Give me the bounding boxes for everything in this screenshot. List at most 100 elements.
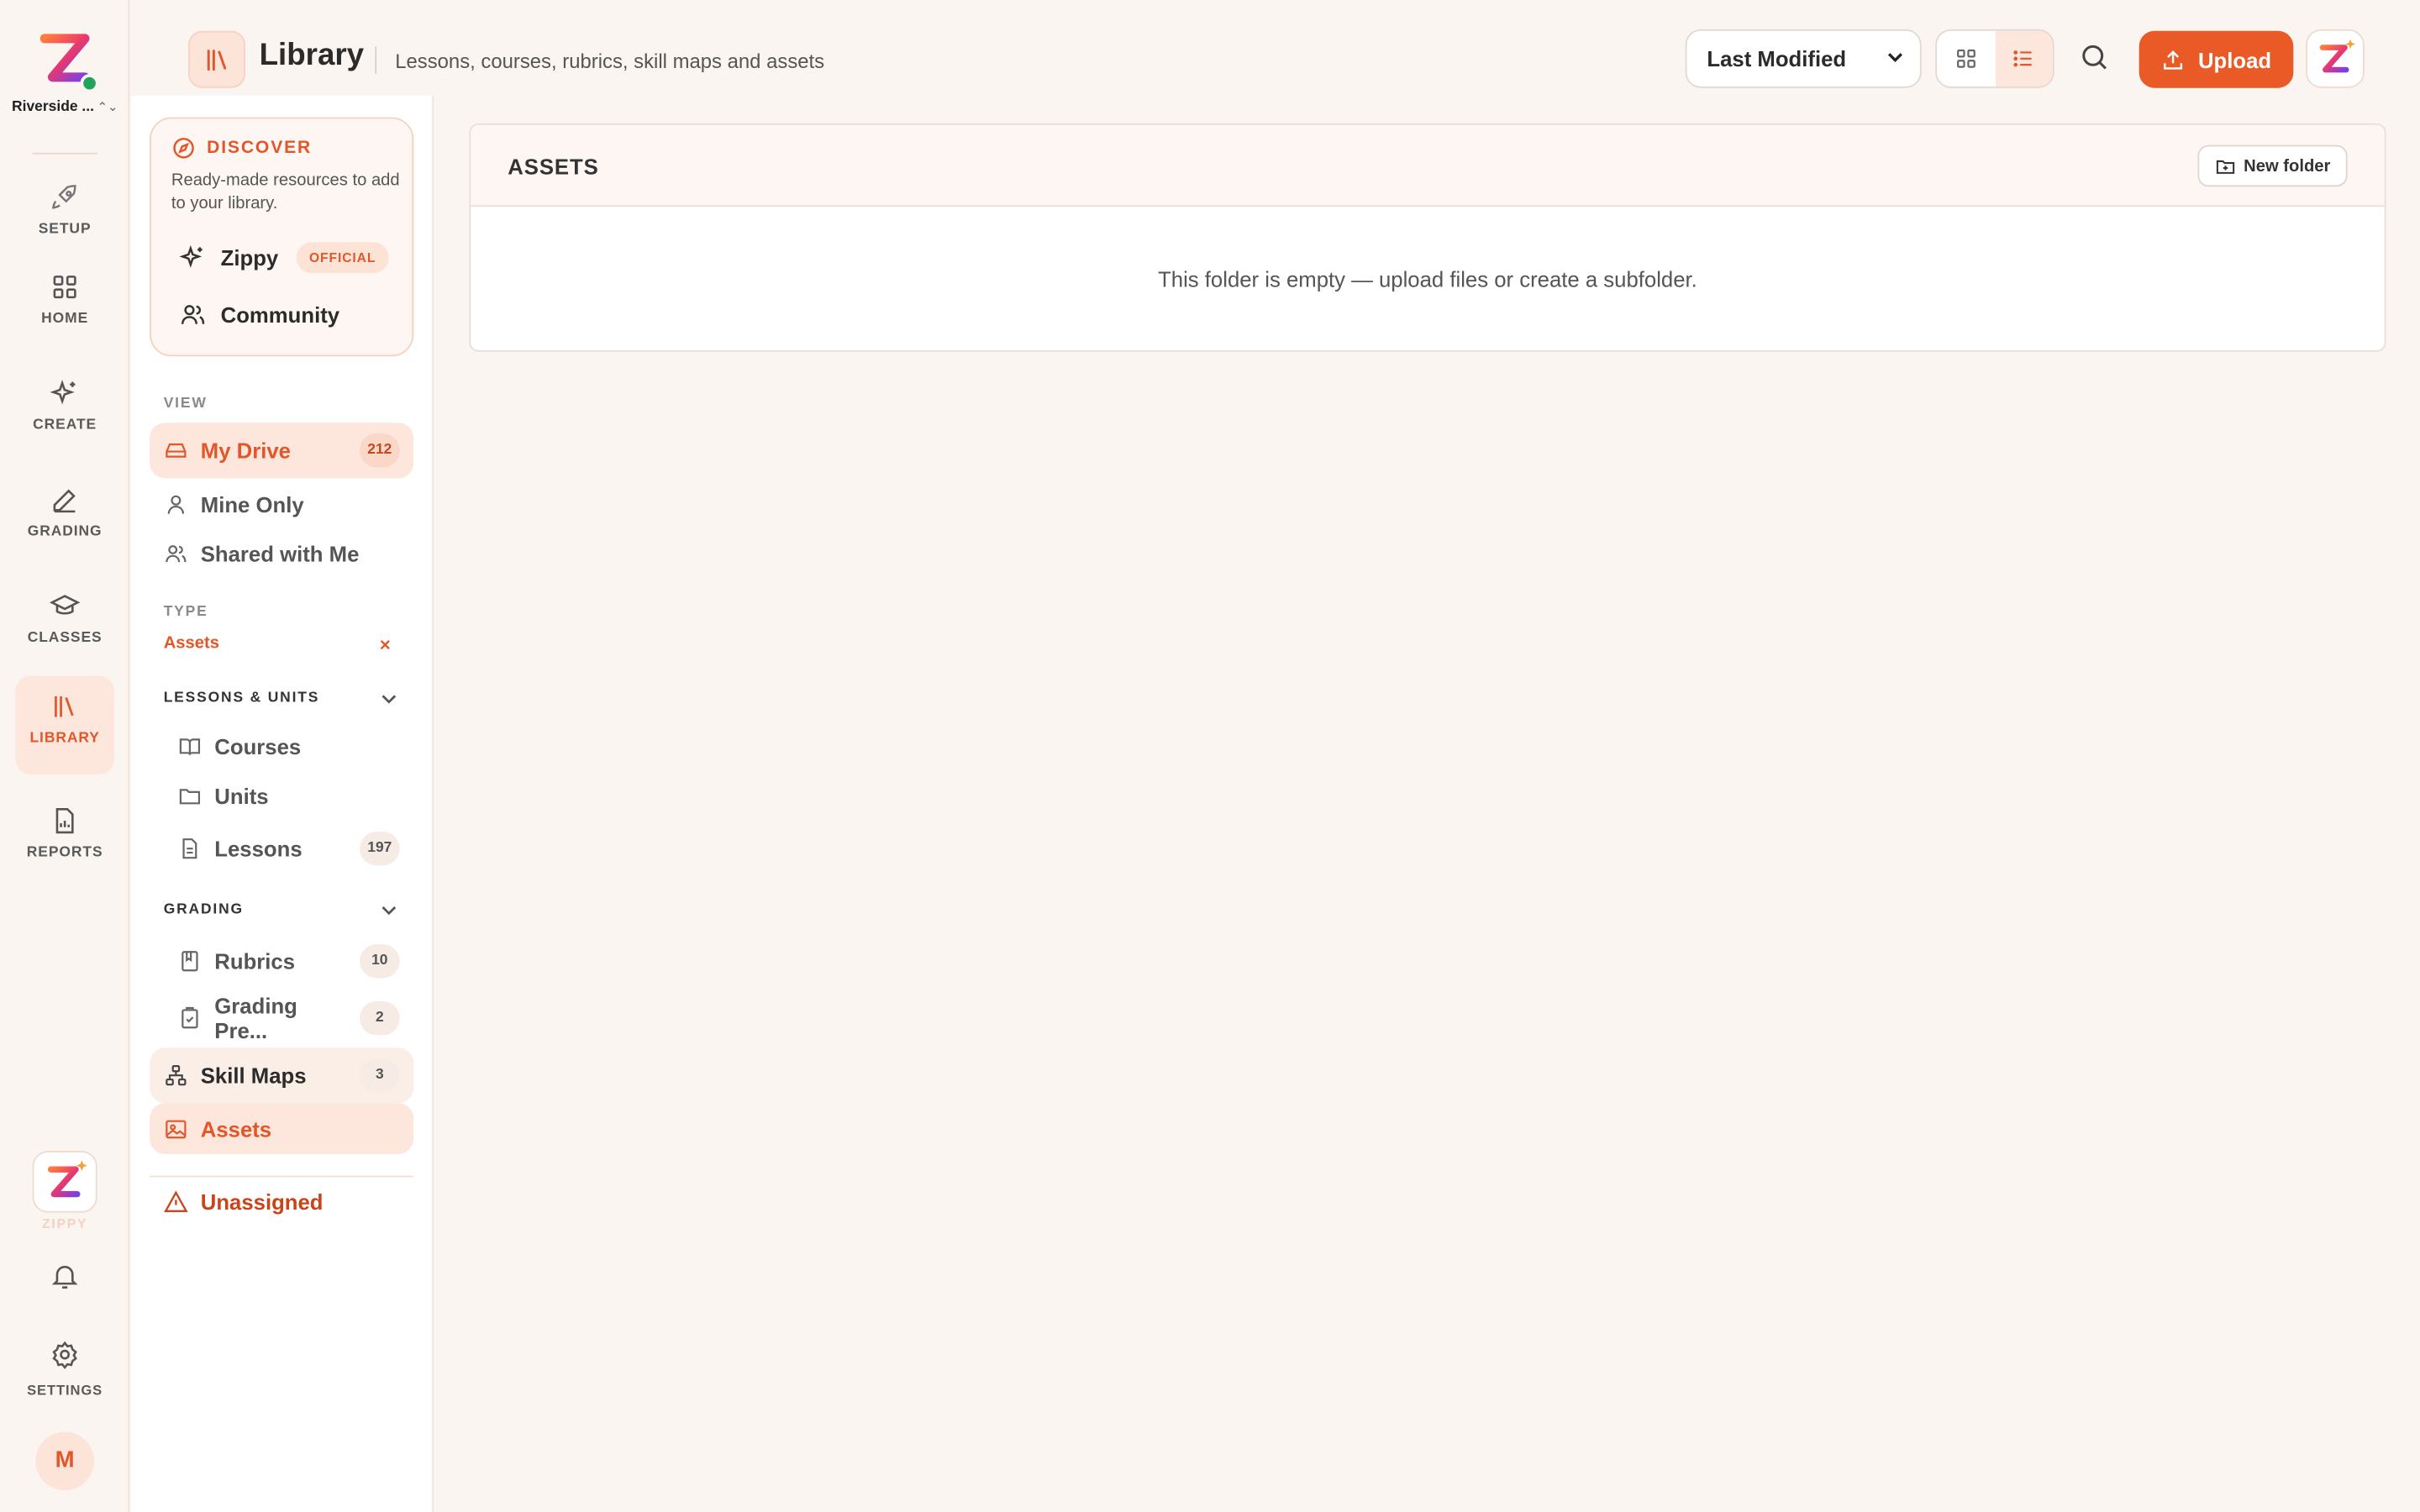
sidebar-item-units[interactable]: Units (150, 769, 413, 824)
discover-card: DISCOVER Ready-made resources to add to … (150, 117, 414, 357)
discover-item-community[interactable]: Community (179, 301, 339, 328)
sidebar-item-skill-maps[interactable]: Skill Maps 3 (150, 1047, 414, 1104)
book-open-icon (179, 738, 201, 755)
empty-state-message: This folder is empty — upload files or c… (1158, 266, 1697, 292)
chevron-updown-icon: ⌃⌄ (97, 100, 118, 114)
notifications-button[interactable] (50, 1261, 81, 1299)
rail-label-setup: SETUP (38, 220, 92, 238)
discover-item-label: Community (220, 302, 340, 328)
view-section-label: VIEW (163, 395, 208, 412)
chevron-down-icon (1886, 31, 1904, 107)
sparkles-icon (179, 244, 203, 268)
upload-icon (2164, 50, 2183, 69)
grid-view-button[interactable] (1937, 31, 1995, 87)
list-icon (2013, 50, 2033, 67)
gear-icon (52, 1341, 77, 1370)
library-header-icon (188, 30, 246, 88)
report-icon (55, 808, 74, 834)
folder-icon (179, 789, 201, 805)
warning-icon (164, 1190, 188, 1212)
sidebar-item-my-drive[interactable]: My Drive 212 (150, 423, 414, 479)
rail-item-create[interactable]: CREATE (15, 363, 114, 462)
panel-header: ASSETS New folder (471, 124, 2385, 207)
clear-type-filter-button[interactable]: × (380, 634, 391, 656)
document-icon (182, 838, 197, 859)
zippy-assistant-button[interactable] (32, 1151, 97, 1213)
sidebar-item-rubrics[interactable]: Rubrics 10 (150, 933, 413, 989)
search-button[interactable] (2077, 40, 2111, 82)
lessons-units-section-label: LESSONS & UNITS (163, 690, 320, 707)
sidebar-item-courses[interactable]: Courses (150, 719, 413, 774)
page-subtitle: Lessons, courses, rubrics, skill maps an… (395, 49, 825, 73)
sidebar-item-label: Assets (200, 1116, 272, 1142)
library-sidebar: DISCOVER Ready-made resources to add to … (131, 95, 434, 1512)
list-view-button[interactable] (1994, 30, 2053, 87)
rail-item-library[interactable]: LIBRARY (15, 675, 114, 775)
user-icon (167, 495, 185, 514)
zippy-label: ZIPPY (41, 1215, 88, 1231)
discover-title: DISCOVER (207, 139, 313, 158)
discover-item-label: Zippy (220, 245, 279, 270)
sidebar-item-label: Skill Maps (200, 1063, 307, 1088)
count-badge: 212 (359, 433, 400, 468)
official-badge: OFFICIAL (297, 242, 389, 274)
graduation-cap-icon (49, 595, 81, 615)
online-status-dot (80, 74, 99, 93)
count-badge: 10 (359, 944, 400, 979)
hierarchy-icon (166, 1065, 187, 1086)
sort-select[interactable]: Last Modified (1685, 29, 1922, 88)
sidebar-item-label: Courses (214, 734, 302, 759)
org-name: Riverside ... (12, 98, 94, 116)
sidebar-item-shared-with-me[interactable]: Shared with Me (150, 526, 413, 581)
page-title: Library (259, 38, 365, 73)
rail-label-home: HOME (41, 310, 89, 328)
rail-label-reports: REPORTS (26, 843, 103, 861)
count-badge: 3 (359, 1058, 400, 1093)
rail-label-grading: GRADING (27, 522, 103, 540)
collapse-lessons-units-button[interactable] (380, 688, 398, 716)
new-folder-label: New folder (2244, 156, 2331, 176)
discover-item-zippy[interactable]: Zippy OFFICIAL (179, 242, 389, 274)
clipboard-check-icon (182, 1006, 198, 1029)
count-badge: 2 (359, 1001, 400, 1036)
rail-item-home[interactable]: HOME (15, 256, 114, 355)
type-filter-value: Assets (163, 633, 219, 653)
grading-section-label: GRADING (163, 900, 244, 918)
settings-button[interactable]: SETTINGS (15, 1339, 114, 1398)
rail-item-grading[interactable]: GRADING (15, 469, 114, 568)
upload-button[interactable]: Upload (2139, 30, 2294, 88)
new-folder-button[interactable]: New folder (2197, 144, 2348, 187)
header-zippy-button[interactable] (2306, 29, 2365, 88)
sidebar-item-mine-only[interactable]: Mine Only (150, 477, 413, 533)
image-icon (166, 1119, 187, 1138)
users-icon (166, 545, 187, 563)
view-toggle (1935, 29, 2054, 88)
assets-panel: ASSETS New folder This folder is empty —… (469, 123, 2386, 352)
sidebar-item-label: Mine Only (200, 491, 304, 517)
org-switcher[interactable]: Riverside ... ⌃⌄ (0, 28, 129, 116)
user-avatar[interactable]: M (35, 1431, 95, 1491)
sidebar-item-grading-presets[interactable]: Grading Pre... 2 (150, 990, 413, 1046)
sidebar-item-label: Shared with Me (200, 541, 360, 567)
library-icon (206, 49, 226, 70)
settings-label: SETTINGS (27, 1382, 103, 1399)
sidebar-item-label: Grading Pre... (214, 993, 297, 1043)
rail-item-setup[interactable]: SETUP (15, 166, 114, 265)
count-badge: 197 (359, 831, 400, 866)
pen-icon (53, 489, 76, 513)
discover-description: Ready-made resources to add to your libr… (171, 171, 400, 213)
collapse-grading-button[interactable] (380, 900, 398, 927)
sidebar-item-lessons[interactable]: Lessons 197 (150, 821, 413, 876)
rail-label-classes: CLASSES (27, 629, 103, 647)
chevron-down-icon (381, 695, 397, 704)
zippy-logo-icon (2319, 39, 2355, 73)
rail-item-reports[interactable]: REPORTS (15, 790, 114, 889)
sidebar-item-assets[interactable]: Assets (150, 1103, 414, 1154)
upload-label: Upload (2197, 47, 2272, 72)
chevron-down-icon (381, 906, 397, 916)
sort-select-value: Last Modified (1707, 46, 1847, 71)
rail-item-classes[interactable]: CLASSES (15, 575, 114, 675)
grid-icon (1956, 49, 1975, 68)
compass-icon (173, 138, 194, 159)
sidebar-item-unassigned[interactable]: Unassigned (150, 1174, 413, 1230)
